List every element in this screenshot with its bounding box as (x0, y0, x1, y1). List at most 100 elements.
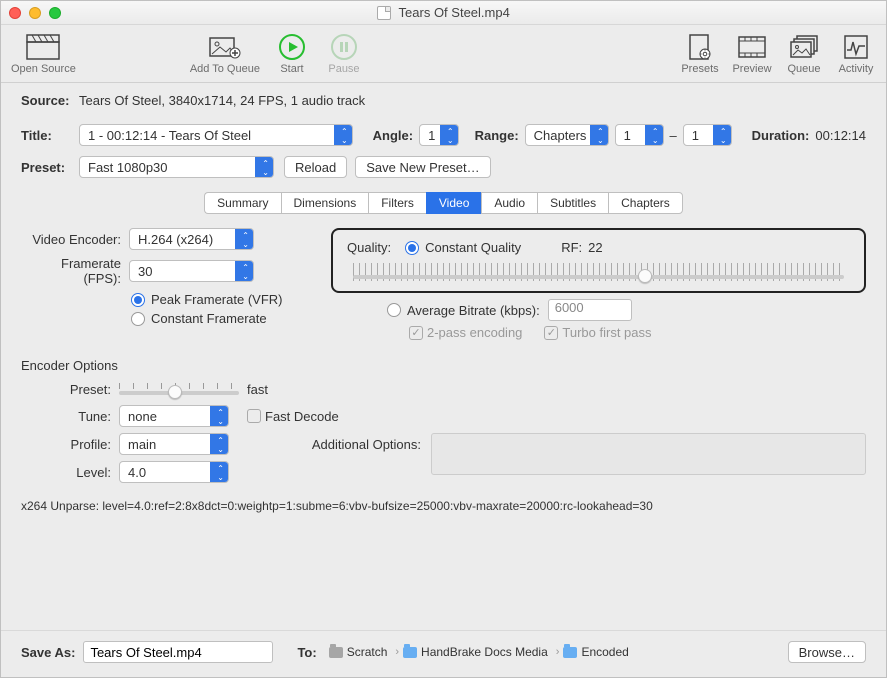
range-to-select[interactable]: 1 (683, 124, 732, 146)
folder-icon (563, 647, 577, 658)
rf-slider[interactable] (353, 263, 844, 281)
zoom-button[interactable] (49, 7, 61, 19)
radio-icon (405, 241, 419, 255)
close-button[interactable] (9, 7, 21, 19)
quality-group: Quality: Constant Quality RF: 22 (331, 228, 866, 293)
radio-icon (387, 303, 401, 317)
two-pass-checkbox[interactable]: 2-pass encoding (409, 325, 522, 340)
folder-icon (329, 647, 343, 658)
checkbox-icon (247, 409, 261, 423)
quality-label: Quality: (347, 240, 391, 255)
additional-opts-input[interactable] (431, 433, 866, 475)
film-icon (732, 32, 772, 62)
video-encoder-select[interactable]: H.264 (x264) (129, 228, 254, 250)
save-as-label: Save As: (21, 645, 75, 660)
tab-dimensions[interactable]: Dimensions (281, 192, 369, 214)
cog-doc-icon (680, 32, 720, 62)
fast-decode-checkbox[interactable]: Fast Decode (247, 409, 339, 424)
reload-button[interactable]: Reload (284, 156, 347, 178)
save-new-preset-button[interactable]: Save New Preset… (355, 156, 490, 178)
source-label: Source: (21, 93, 73, 108)
activity-icon (836, 32, 876, 62)
preview-button[interactable]: Preview (732, 32, 772, 75)
to-label: To: (297, 645, 316, 660)
encoder-options-title: Encoder Options (21, 358, 866, 373)
checkbox-icon (409, 326, 423, 340)
open-source-button[interactable]: Open Source (11, 32, 76, 75)
pause-icon (324, 32, 364, 62)
play-icon (272, 32, 312, 62)
x264-unparse-text: x264 Unparse: level=4.0:ref=2:8x8dct=0:w… (21, 499, 866, 513)
content-area: Source: Tears Of Steel, 3840x1714, 24 FP… (1, 83, 886, 630)
tab-subtitles[interactable]: Subtitles (537, 192, 608, 214)
encoder-options: Encoder Options Preset: fast Tune: none … (21, 358, 866, 513)
save-as-input[interactable] (83, 641, 273, 663)
tune-select[interactable]: none (119, 405, 229, 427)
stack-icon (784, 32, 824, 62)
tab-audio[interactable]: Audio (481, 192, 537, 214)
profile-label: Profile: (21, 437, 111, 452)
folder-icon (403, 647, 417, 658)
slider-thumb[interactable] (168, 385, 182, 399)
rf-value: 22 (588, 240, 602, 255)
level-label: Level: (21, 465, 111, 480)
radio-icon (131, 312, 145, 326)
checkbox-icon (544, 326, 558, 340)
pause-button[interactable]: Pause (324, 32, 364, 75)
video-encoder-label: Video Encoder: (21, 232, 121, 247)
browse-button[interactable]: Browse… (788, 641, 866, 663)
tune-label: Tune: (21, 409, 111, 424)
framerate-select[interactable]: 30 (129, 260, 254, 282)
source-info: Tears Of Steel, 3840x1714, 24 FPS, 1 aud… (79, 93, 365, 108)
constant-framerate-radio[interactable]: Constant Framerate (131, 311, 319, 326)
title-select[interactable]: 1 - 00:12:14 - Tears Of Steel (79, 124, 353, 146)
image-plus-icon (205, 32, 245, 62)
profile-select[interactable]: main (119, 433, 229, 455)
slider-thumb[interactable] (638, 269, 652, 283)
title-label: Title: (21, 128, 73, 143)
clapperboard-icon (23, 32, 63, 62)
presets-button[interactable]: Presets (680, 32, 720, 75)
level-select[interactable]: 4.0 (119, 461, 229, 483)
settings-tabs: Summary Dimensions Filters Video Audio S… (21, 192, 866, 214)
average-bitrate-radio[interactable]: Average Bitrate (kbps): (387, 303, 540, 318)
angle-select[interactable]: 1 (419, 124, 459, 146)
range-dash: – (670, 128, 677, 143)
rf-label: RF: (561, 240, 582, 255)
output-path[interactable]: Scratch › HandBrake Docs Media › Encoded (329, 645, 633, 659)
enc-preset-slider[interactable] (119, 379, 239, 399)
tab-summary[interactable]: Summary (204, 192, 280, 214)
duration-value: 00:12:14 (815, 128, 866, 143)
preset-select[interactable]: Fast 1080p30 (79, 156, 274, 178)
peak-framerate-radio[interactable]: Peak Framerate (VFR) (131, 292, 319, 307)
add-to-queue-button[interactable]: Add To Queue (190, 32, 260, 75)
additional-opts-label: Additional Options: (281, 433, 421, 452)
chevron-right-icon: › (556, 646, 560, 658)
turbo-first-pass-checkbox[interactable]: Turbo first pass (544, 325, 651, 340)
activity-button[interactable]: Activity (836, 32, 876, 75)
tab-video[interactable]: Video (426, 192, 481, 214)
minimize-button[interactable] (29, 7, 41, 19)
tab-chapters[interactable]: Chapters (608, 192, 683, 214)
constant-quality-radio[interactable]: Constant Quality (405, 240, 521, 255)
range-label: Range: (475, 128, 519, 143)
window-title: Tears Of Steel.mp4 (1, 5, 886, 21)
bottom-bar: Save As: To: Scratch › HandBrake Docs Me… (1, 630, 886, 677)
range-mode-select[interactable]: Chapters (525, 124, 609, 146)
radio-icon (131, 293, 145, 307)
duration-label: Duration: (752, 128, 810, 143)
tab-filters[interactable]: Filters (368, 192, 426, 214)
queue-button[interactable]: Queue (784, 32, 824, 75)
range-from-select[interactable]: 1 (615, 124, 664, 146)
document-icon (377, 6, 391, 20)
angle-label: Angle: (373, 128, 413, 143)
window-title-text: Tears Of Steel.mp4 (399, 5, 510, 20)
enc-preset-label: Preset: (21, 382, 111, 397)
window-controls (9, 7, 61, 19)
start-button[interactable]: Start (272, 32, 312, 75)
framerate-label: Framerate (FPS): (21, 256, 121, 286)
enc-preset-value: fast (247, 382, 268, 397)
bitrate-input[interactable]: 6000 (548, 299, 632, 321)
chevron-right-icon: › (395, 646, 399, 658)
video-panel: Video Encoder: H.264 (x264) Framerate (F… (21, 224, 866, 344)
